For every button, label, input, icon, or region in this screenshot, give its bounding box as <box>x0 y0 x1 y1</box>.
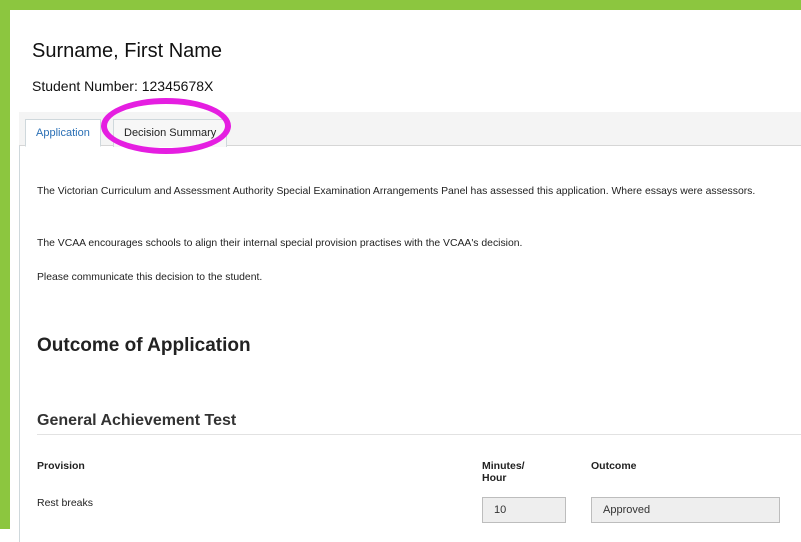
content-panel <box>19 112 801 542</box>
gat-heading: General Achievement Test <box>37 412 237 429</box>
tab-application[interactable]: Application <box>25 119 101 147</box>
student-number: Student Number: 12345678X <box>32 78 213 94</box>
student-number-value: 12345678X <box>141 78 214 94</box>
encouragement-paragraph: The VCAA encourages schools to align the… <box>37 238 523 249</box>
outcome-field: Approved <box>591 497 780 523</box>
provision-rest-breaks: Rest breaks <box>37 497 94 509</box>
column-header-minutes: Minutes/ Hour <box>482 460 525 484</box>
tab-bar: Application Decision Summary <box>19 112 801 147</box>
outcome-heading: Outcome of Application <box>37 335 251 356</box>
tab-decision-summary[interactable]: Decision Summary <box>113 119 228 147</box>
communicate-paragraph: Please communicate this decision to the … <box>37 272 263 283</box>
section-divider <box>37 434 801 435</box>
student-name-title: Surname, First Name <box>32 40 223 62</box>
column-header-outcome: Outcome <box>591 460 637 472</box>
assessment-paragraph: The Victorian Curriculum and Assessment … <box>37 186 756 197</box>
minutes-field: 10 <box>482 497 566 523</box>
student-number-label: Student Number: <box>32 78 142 94</box>
column-header-minutes-line2: Hour <box>482 472 507 484</box>
column-header-provision: Provision <box>37 460 85 472</box>
column-header-minutes-line1: Minutes/ <box>482 460 525 472</box>
